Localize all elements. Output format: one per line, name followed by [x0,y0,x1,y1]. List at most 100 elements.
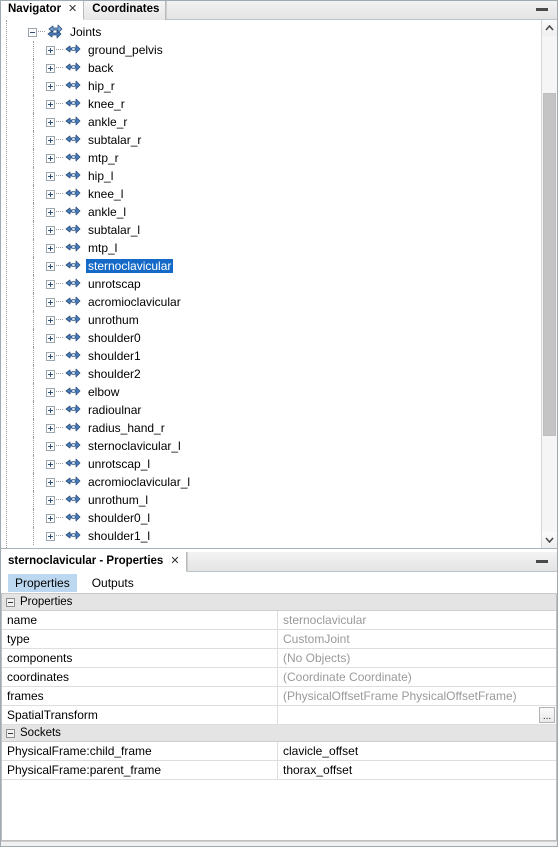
property-row[interactable]: PhysicalFrame:parent_frame thorax_offset [2,761,556,780]
tree-expander-icon[interactable] [46,333,55,343]
property-value[interactable]: (Coordinate Coordinate) [278,668,556,686]
tree-row[interactable]: radioulnar [1,401,541,419]
tree-expander-icon[interactable] [46,423,55,433]
tree-expander-icon[interactable] [46,297,55,307]
tree-row[interactable]: shoulder1_l [1,527,541,545]
property-row[interactable]: type CustomJoint [2,630,556,649]
property-value[interactable]: ... [278,706,556,724]
joint-icon [64,294,82,310]
property-row[interactable]: frames (PhysicalOffsetFrame PhysicalOffse… [2,687,556,706]
tree-row[interactable]: radius_hand_r [1,419,541,437]
tree-guide-line [56,139,63,141]
tree-expander-icon[interactable] [46,243,55,253]
joint-icon [64,438,82,454]
tree-row[interactable]: shoulder1 [1,347,541,365]
tree-row[interactable]: knee_l [1,185,541,203]
tree-expander-icon[interactable] [46,225,55,235]
tree-row[interactable]: subtalar_l [1,221,541,239]
property-group-header[interactable]: Properties [2,594,556,611]
tree-row[interactable]: acromioclavicular [1,293,541,311]
tree-expander-icon[interactable] [46,495,55,505]
tree-expander-icon[interactable] [46,117,55,127]
tree-row-label: shoulder2 [88,367,141,381]
tree-expander-icon[interactable] [28,27,37,37]
group-collapse-icon[interactable] [6,728,15,738]
tree-expander-icon[interactable] [46,405,55,415]
tab-outputs[interactable]: Outputs [85,574,141,592]
tree-expander-icon[interactable] [46,459,55,469]
tree-expander-icon[interactable] [46,531,55,541]
tree-row[interactable]: ankle_r [1,113,541,131]
properties-tabstrip: sternoclavicular - Properties ✕ [0,552,187,572]
tree-row[interactable]: sternoclavicular [1,257,541,275]
tree-row[interactable]: ankle_l [1,203,541,221]
property-value[interactable]: clavicle_offset [278,742,556,760]
tree-expander-icon[interactable] [46,441,55,451]
tree-row[interactable]: shoulder2 [1,365,541,383]
scrollbar-thumb[interactable] [543,93,556,436]
tree-row[interactable]: sternoclavicular_l [1,437,541,455]
open-editor-button[interactable]: ... [539,707,555,723]
tree-expander-icon[interactable] [46,135,55,145]
tree-row[interactable]: shoulder0 [1,329,541,347]
property-row[interactable]: coordinates (Coordinate Coordinate) [2,668,556,687]
navigator-vertical-scrollbar[interactable] [541,20,557,548]
tree-row-root[interactable]: Joints [1,23,541,41]
tree-row[interactable]: elbow [1,383,541,401]
tab-properties[interactable]: Properties [8,573,77,592]
group-collapse-icon[interactable] [6,597,15,607]
tree-indent [1,59,46,77]
property-value[interactable]: (No Objects) [278,649,556,667]
property-value[interactable]: thorax_offset [278,761,556,779]
property-value[interactable]: (PhysicalOffsetFrame PhysicalOffsetFrame… [278,687,556,705]
tree-expander-icon[interactable] [46,315,55,325]
tree-expander-icon[interactable] [46,207,55,217]
property-row[interactable]: components (No Objects) [2,649,556,668]
tree-row[interactable]: ground_pelvis [1,41,541,59]
tree-expander-icon[interactable] [46,189,55,199]
joints-tree[interactable]: Joints ground_pelvis back hip_r knee_r ankle_… [1,20,541,548]
tree-expander-icon[interactable] [46,63,55,73]
property-value[interactable]: sternoclavicular [278,611,556,629]
tree-row[interactable]: unrothum [1,311,541,329]
tree-row[interactable]: hip_r [1,77,541,95]
tab-coordinates[interactable]: Coordinates [84,0,167,20]
tree-expander-icon[interactable] [46,387,55,397]
tree-expander-icon[interactable] [46,513,55,523]
minimize-icon[interactable] [536,8,548,11]
tree-indent [1,347,46,365]
tab-navigator[interactable]: Navigator ✕ [0,0,85,20]
tree-row[interactable]: mtp_l [1,239,541,257]
property-row[interactable]: name sternoclavicular [2,611,556,630]
tree-row[interactable]: knee_r [1,95,541,113]
scroll-down-icon[interactable] [542,532,557,548]
tree-row[interactable]: unrotscap [1,275,541,293]
tree-expander-icon[interactable] [46,81,55,91]
tree-expander-icon[interactable] [46,279,55,289]
property-row[interactable]: SpatialTransform... [2,706,556,725]
tree-expander-icon[interactable] [46,99,55,109]
tree-row[interactable]: mtp_r [1,149,541,167]
tree-expander-icon[interactable] [46,153,55,163]
tree-expander-icon[interactable] [46,45,55,55]
tree-expander-icon[interactable] [46,369,55,379]
tree-row[interactable]: shoulder0_l [1,509,541,527]
scroll-up-icon[interactable] [542,20,557,36]
tree-expander-icon[interactable] [46,477,55,487]
tree-expander-icon[interactable] [46,351,55,361]
tree-row[interactable]: subtalar_r [1,131,541,149]
tree-row[interactable]: acromioclavicular_l [1,473,541,491]
property-row[interactable]: PhysicalFrame:child_frame clavicle_offset [2,742,556,761]
minimize-icon[interactable] [536,560,548,563]
property-value[interactable]: CustomJoint [278,630,556,648]
tree-row[interactable]: back [1,59,541,77]
close-icon[interactable]: ✕ [170,556,179,567]
property-group-header[interactable]: Sockets [2,725,556,742]
tree-row[interactable]: unrotscap_l [1,455,541,473]
close-icon[interactable]: ✕ [68,4,77,15]
tree-row[interactable]: unrothum_l [1,491,541,509]
tree-expander-icon[interactable] [46,261,55,271]
tree-row[interactable]: hip_l [1,167,541,185]
tree-expander-icon[interactable] [46,171,55,181]
tab-properties-window[interactable]: sternoclavicular - Properties ✕ [0,552,187,572]
